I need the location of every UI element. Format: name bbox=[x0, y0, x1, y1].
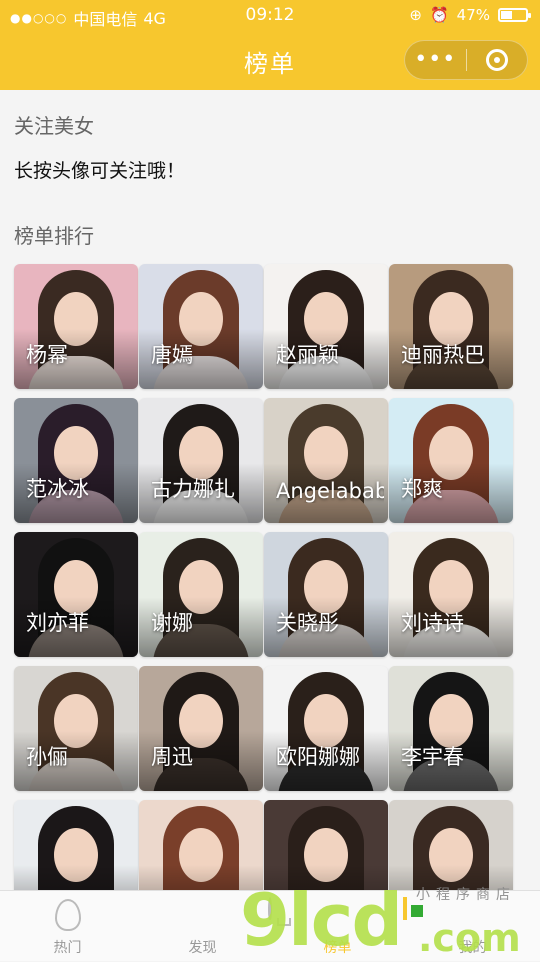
card-name: 刘诗诗 bbox=[401, 611, 464, 635]
ranking-card[interactable]: Angelabab bbox=[264, 398, 388, 523]
ranking-card[interactable]: 谢娜 bbox=[139, 532, 263, 657]
card-name: 赵丽颖 bbox=[276, 343, 339, 367]
card-name: 刘亦菲 bbox=[26, 611, 89, 635]
card-name: 谢娜 bbox=[151, 611, 193, 635]
ranking-card[interactable]: 古力娜扎 bbox=[139, 398, 263, 523]
alarm-icon: ⏰ bbox=[429, 6, 449, 24]
card-name: Angelabab bbox=[276, 479, 384, 503]
tab-3[interactable]: 榜单 bbox=[270, 891, 407, 961]
rotation-lock-icon: ⊕ bbox=[409, 6, 422, 24]
card-name: 古力娜扎 bbox=[151, 477, 235, 501]
status-right: ⊕ ⏰ 47% bbox=[409, 6, 531, 24]
close-icon bbox=[485, 49, 508, 71]
ranking-card[interactable]: 唐嫣 bbox=[139, 264, 263, 389]
ranking-card[interactable] bbox=[264, 800, 388, 890]
ranking-card[interactable]: 赵丽颖 bbox=[264, 264, 388, 389]
card-name: 关晓彤 bbox=[276, 611, 339, 635]
ranking-card[interactable]: 杨幂 bbox=[14, 264, 138, 389]
tab-label: 榜单 bbox=[323, 940, 352, 956]
status-bar: ●●○○○ 中国电信 4G 09:12 ⊕ ⏰ 47% bbox=[0, 0, 540, 32]
card-name: 杨幂 bbox=[26, 343, 68, 367]
tab-4[interactable]: 我的 bbox=[405, 891, 540, 961]
follow-hint: 长按头像可关注哦！ bbox=[14, 160, 186, 182]
card-name: 唐嫣 bbox=[151, 343, 193, 367]
card-name: 周迅 bbox=[151, 745, 193, 769]
ranking-section-title: 榜单排行 bbox=[14, 224, 94, 248]
ranking-card[interactable]: 周迅 bbox=[139, 666, 263, 791]
nav-bar: 榜单 ••• bbox=[0, 32, 540, 90]
ranking-card[interactable] bbox=[14, 800, 138, 890]
tab-label: 热门 bbox=[53, 940, 82, 956]
close-button[interactable] bbox=[466, 49, 527, 71]
ranking-card[interactable]: 刘诗诗 bbox=[389, 532, 513, 657]
flame-icon bbox=[54, 899, 81, 931]
card-name: 李宇春 bbox=[401, 745, 464, 769]
ranking-grid: 杨幂 唐嫣 赵丽颖 迪丽热巴范冰冰 古力娜扎 Angelabab 郑爽刘亦菲 谢娜 关晓彤 刘诗诗… bbox=[14, 264, 516, 890]
battery-level bbox=[501, 11, 513, 19]
tab-label: 发现 bbox=[188, 940, 217, 956]
tab-1[interactable]: 热门 bbox=[0, 891, 135, 961]
card-name: 郑爽 bbox=[401, 477, 443, 501]
card-name: 迪丽热巴 bbox=[401, 343, 485, 367]
card-name: 范冰冰 bbox=[26, 477, 89, 501]
ranking-card[interactable]: 孙俪 bbox=[14, 666, 138, 791]
follow-section-title: 关注美女 bbox=[14, 114, 94, 138]
tab-label: 我的 bbox=[458, 940, 487, 956]
ranking-card[interactable]: 关晓彤 bbox=[264, 532, 388, 657]
ranking-card[interactable] bbox=[389, 800, 513, 890]
ranking-card[interactable]: 迪丽热巴 bbox=[389, 264, 513, 389]
ranking-card[interactable]: 刘亦菲 bbox=[14, 532, 138, 657]
main-content: 关注美女 长按头像可关注哦！ 榜单排行 杨幂 唐嫣 赵丽颖 迪丽热巴范冰冰 古力娜扎 An… bbox=[0, 90, 540, 890]
battery-icon bbox=[498, 8, 531, 22]
card-name: 欧阳娜娜 bbox=[276, 745, 360, 769]
ranking-card[interactable]: 欧阳娜娜 bbox=[264, 666, 388, 791]
ranking-card[interactable]: 范冰冰 bbox=[14, 398, 138, 523]
tab-2[interactable]: 发现 bbox=[135, 891, 272, 961]
ranking-card[interactable]: 郑爽 bbox=[389, 398, 513, 523]
battery-percent: 47% bbox=[456, 6, 490, 24]
mini-program-capsule: ••• bbox=[404, 40, 528, 80]
ranking-card[interactable]: 李宇春 bbox=[389, 666, 513, 791]
more-button[interactable]: ••• bbox=[405, 41, 466, 79]
ranking-card[interactable] bbox=[139, 800, 263, 890]
tab-bar: 热门 发现 榜单 我的 bbox=[0, 890, 540, 961]
card-name: 孙俪 bbox=[26, 745, 68, 769]
